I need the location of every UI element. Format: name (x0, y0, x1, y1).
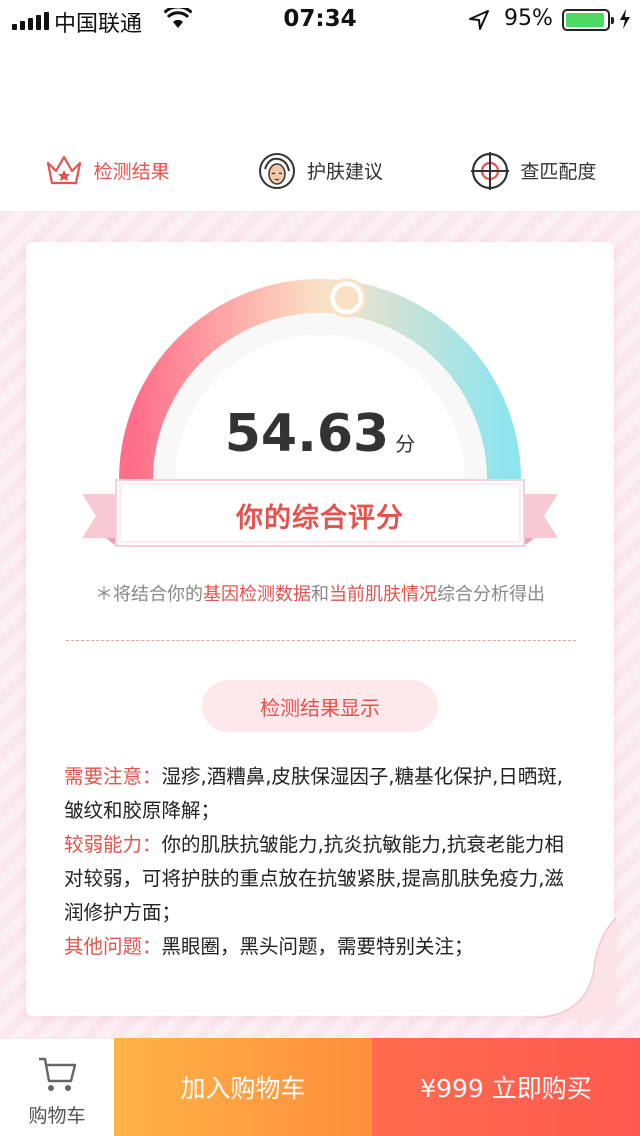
tab-label: 护肤建议 (306, 161, 383, 183)
tab-match-degree[interactable]: 查匹配度 (427, 130, 640, 211)
status-bar: 中国联通 07:34 95% (0, 0, 640, 40)
battery-icon (562, 9, 614, 31)
crown-icon (46, 155, 81, 184)
buy-now-button[interactable]: ¥999 立即购买 (372, 1038, 640, 1136)
face-icon (258, 152, 295, 189)
result-card: 54.63 分 你的综合评分 ＊将结合你的基因检测数据和当前肌肤情况综合分析得出 … (26, 242, 616, 1018)
tab-label: 查匹配度 (520, 161, 597, 183)
target-icon (471, 151, 510, 190)
result-details: 需要注意：湿疹,酒糟鼻,皮肤保湿因子,糖基化保护,日晒斑,皱纹和胶原降解； 较弱… (64, 760, 582, 964)
section-title-pill: 检测结果显示 (202, 680, 438, 732)
tab-skincare-advice[interactable]: 护肤建议 (213, 130, 426, 211)
detail-item: 较弱能力：你的肌肤抗皱能力,抗炎抗敏能力,抗衰老能力相对较弱，可将护肤的重点放在… (64, 828, 582, 930)
note-suffix: 综合分析得出 (437, 584, 545, 605)
score-unit: 分 (395, 432, 416, 456)
note-mid: 和 (311, 584, 329, 605)
detail-item: 需要注意：湿疹,酒糟鼻,皮肤保湿因子,糖基化保护,日晒斑,皱纹和胶原降解； (64, 760, 582, 828)
cart-label: 购物车 (28, 1105, 86, 1127)
gauge-indicator-knob (327, 278, 367, 318)
bottom-action-bar: 购物车 加入购物车 ¥999 立即购买 (0, 1038, 640, 1136)
dashed-divider (66, 640, 576, 641)
battery-percent: 95% (504, 6, 553, 31)
tab-detection-result[interactable]: 检测结果 (0, 130, 213, 211)
note-prefix: ＊将结合你的 (95, 584, 203, 605)
detail-text: 黑眼圈，黑头问题，需要特别关注； (161, 935, 474, 958)
shopping-cart-icon (39, 1057, 77, 1091)
section-title: 检测结果显示 (260, 695, 380, 720)
page-curl-decoration (536, 918, 616, 1018)
detail-item: 其他问题：黑眼圈，黑头问题，需要特别关注； (64, 930, 582, 964)
score-value: 54.63 (224, 404, 390, 464)
note-highlight-gene-data: 基因检测数据 (203, 584, 311, 605)
tab-label: 检测结果 (93, 161, 170, 183)
tab-bar: 检测结果 护肤建议 查匹配度 (0, 130, 640, 212)
charging-bolt-icon (620, 9, 630, 29)
note-highlight-skin-condition: 当前肌肤情况 (329, 584, 437, 605)
add-to-cart-button[interactable]: 加入购物车 (114, 1038, 372, 1136)
cart-button[interactable]: 购物车 (0, 1038, 114, 1136)
score-display: 54.63 分 (26, 404, 614, 464)
detail-label: 需要注意： (64, 765, 162, 788)
composite-score-label: 你的综合评分 (236, 503, 404, 534)
detail-label: 较弱能力： (64, 833, 162, 856)
detail-label: 其他问题： (64, 935, 162, 958)
location-arrow-icon (469, 10, 489, 30)
score-note: ＊将结合你的基因检测数据和当前肌肤情况综合分析得出 (26, 580, 614, 606)
